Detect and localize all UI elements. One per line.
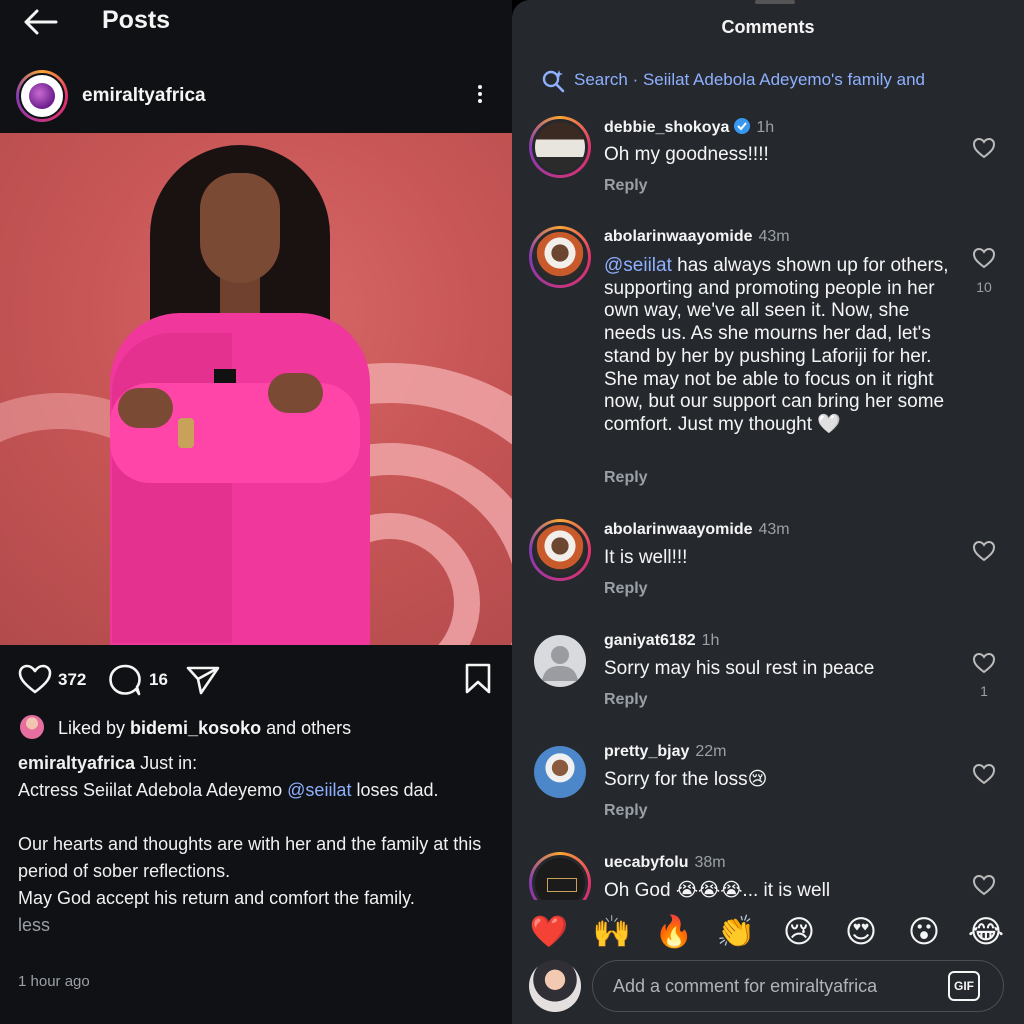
liked-by-username[interactable]: bidemi_kosoko (130, 718, 261, 738)
current-user-avatar (529, 960, 581, 1012)
gif-button[interactable]: GIF (948, 971, 980, 1001)
sheet-drag-handle[interactable] (755, 0, 795, 4)
comment-like-heart-icon[interactable] (972, 247, 996, 269)
liker-avatar (20, 715, 44, 739)
comment-like-count: 10 (976, 279, 992, 295)
like-heart-icon[interactable] (18, 664, 52, 694)
comment-text: Sorry for the loss😢 (604, 769, 768, 790)
reply-button[interactable]: Reply (604, 802, 648, 820)
comment-time: 22m (695, 743, 727, 760)
commenter-avatar[interactable] (529, 226, 591, 288)
reply-button[interactable]: Reply (604, 580, 648, 598)
post-timestamp: 1 hour ago (18, 973, 90, 990)
comment-item: abolarinwaayomide 43m @seiilat has always… (512, 226, 1024, 501)
reply-button[interactable]: Reply (604, 469, 648, 487)
commenter-username[interactable]: abolarinwaayomide (604, 228, 753, 245)
comment-text: Sorry may his soul rest in peace (604, 658, 875, 679)
comment-like-heart-icon[interactable] (972, 652, 996, 674)
reaction-clapping-hands[interactable]: 👏 (716, 912, 756, 952)
likes-count[interactable]: 372 (58, 670, 86, 690)
default-avatar-icon (542, 646, 578, 681)
reaction-raised-hands[interactable]: 🙌 (592, 912, 632, 952)
save-bookmark-icon[interactable] (464, 663, 492, 695)
comment-bubble-icon[interactable] (108, 664, 142, 696)
comment-composer: GIF (512, 958, 1024, 1024)
reply-button[interactable]: Reply (604, 177, 648, 195)
author-username[interactable]: emiraltyafrica (82, 85, 206, 107)
comment-text: @seiilat has always shown up for others,… (604, 255, 949, 435)
comment-time: 1h (756, 119, 775, 136)
reaction-crying-face[interactable]: 😢 (779, 912, 819, 952)
comments-count[interactable]: 16 (149, 670, 168, 690)
quick-reactions-bar: ❤️ 🙌 🔥 👏 😢 😍 😮 😂 (512, 900, 1024, 960)
commenter-username[interactable]: debbie_shokoya (604, 119, 729, 136)
search-sparkle-icon (542, 70, 565, 93)
comment-like-heart-icon[interactable] (972, 540, 996, 562)
commenter-avatar[interactable] (529, 741, 591, 803)
comments-title: Comments (721, 17, 815, 37)
more-options-icon[interactable] (470, 82, 490, 110)
post-actions: 372 16 (0, 655, 512, 703)
comments-sheet: Comments Search · Seiilat Adebola Adeyem… (512, 0, 1024, 1024)
commenter-username[interactable]: abolarinwaayomide (604, 521, 753, 538)
caption-author[interactable]: emiraltyafrica (18, 753, 135, 773)
caption-mention-link[interactable]: @seiilat (287, 780, 351, 800)
commenter-avatar[interactable] (529, 519, 591, 581)
liked-by-text: Liked by bidemi_kosoko and others (58, 718, 352, 738)
commenter-avatar[interactable] (529, 116, 591, 178)
post-photo[interactable] (0, 133, 512, 645)
brand-logo-icon (29, 83, 55, 109)
comment-like-heart-icon[interactable] (972, 137, 996, 159)
comment-like-heart-icon[interactable] (972, 874, 996, 896)
comment-time: 1h (701, 632, 720, 649)
top-bar: Posts (0, 0, 512, 50)
comment-like-count: 1 (980, 683, 988, 699)
reaction-fire[interactable]: 🔥 (654, 912, 694, 952)
share-send-icon[interactable] (186, 665, 220, 695)
comment-item: debbie_shokoya 1h Oh my goodness!!!! Repl… (512, 116, 1024, 206)
post-header: emiraltyafrica (0, 66, 512, 128)
verified-badge-icon (734, 118, 751, 134)
commenter-username[interactable]: uecabyfolu (604, 854, 688, 871)
caption-less-link[interactable]: less (18, 912, 503, 939)
reaction-surprised-face[interactable]: 😮 (904, 912, 944, 952)
reply-button[interactable]: Reply (604, 691, 648, 709)
comment-time: 38m (694, 854, 726, 871)
comment-like-heart-icon[interactable] (972, 763, 996, 785)
back-arrow-icon[interactable] (22, 8, 58, 36)
reaction-heart-eyes[interactable]: 😍 (841, 912, 881, 952)
commenter-username[interactable]: pretty_bjay (604, 743, 689, 760)
comment-item: abolarinwaayomide 43m It is well!!! Reply (512, 519, 1024, 609)
reaction-red-heart[interactable]: ❤️ (529, 912, 569, 952)
reaction-laughing-face[interactable]: 😂 (966, 912, 1006, 952)
post-pane: Posts emiraltyafrica 372 16 Liked by bid… (0, 0, 512, 1024)
comment-time: 43m (758, 521, 790, 538)
commenter-avatar[interactable] (529, 630, 591, 692)
comment-time: 43m (758, 228, 790, 245)
author-avatar[interactable] (16, 70, 68, 122)
comment-item: pretty_bjay 22m Sorry for the loss😢 Reply (512, 741, 1024, 831)
post-caption: emiraltyafrica Just in: Actress Seiilat … (18, 750, 503, 939)
page-title: Posts (102, 6, 171, 34)
comment-item: ganiyat6182 1h Sorry may his soul rest in… (512, 630, 1024, 720)
comment-text: Oh my goodness!!!! (604, 144, 769, 165)
comment-input[interactable] (592, 960, 1004, 1012)
comment-mention-link[interactable]: @seiilat (604, 255, 672, 276)
commenter-username[interactable]: ganiyat6182 (604, 632, 696, 649)
comment-text: It is well!!! (604, 547, 688, 568)
